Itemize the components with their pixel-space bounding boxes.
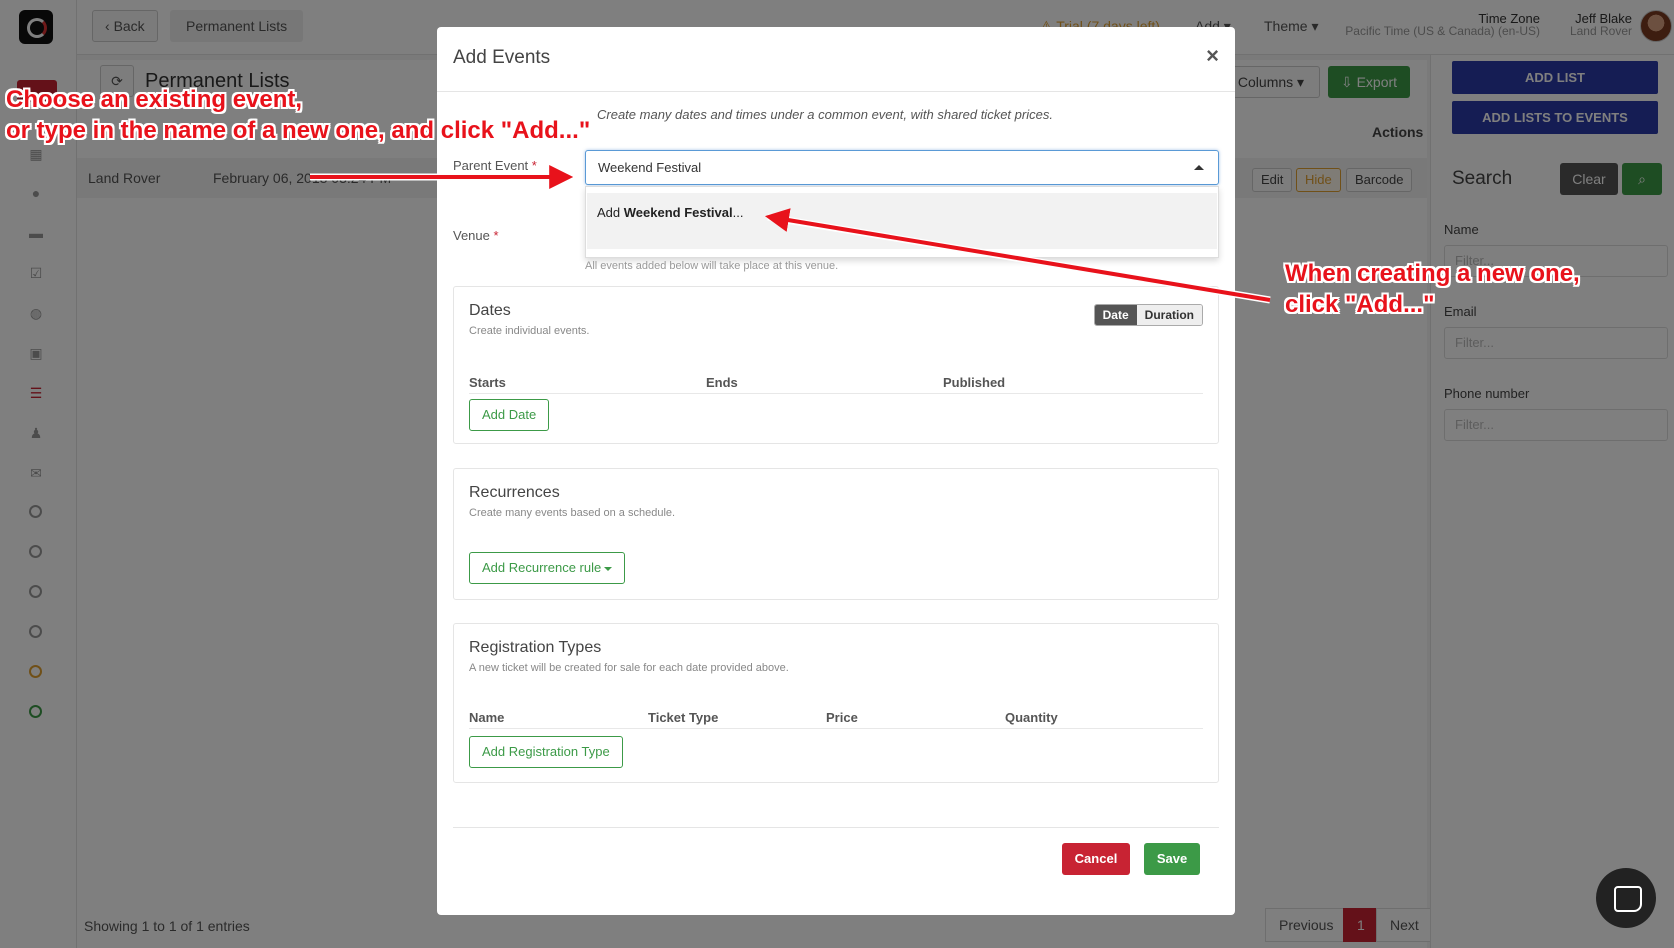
parent-event-label: Parent Event *: [453, 158, 537, 173]
toggle-duration[interactable]: Duration: [1136, 305, 1202, 325]
close-icon[interactable]: ×: [1206, 45, 1219, 67]
column-ends: Ends: [706, 375, 738, 390]
date-duration-toggle[interactable]: Date Duration: [1093, 304, 1203, 326]
add-recurrence-button[interactable]: Add Recurrence rule: [469, 552, 626, 584]
venue-label-text: Venue: [453, 228, 490, 243]
modal-footer-divider: [453, 827, 1219, 828]
caret-down-icon: [604, 566, 613, 571]
add-recurrence-label: Add Recurrence rule: [482, 560, 602, 575]
column-divider: [469, 728, 1203, 729]
option-prefix: Add: [597, 205, 624, 220]
column-ticket-type: Ticket Type: [648, 710, 719, 725]
dates-subtitle: Create individual events.: [469, 325, 590, 337]
column-published: Published: [943, 375, 1006, 390]
parent-event-label-text: Parent Event: [453, 158, 529, 173]
modal-divider: [437, 91, 1235, 92]
registration-types-section: Registration Types A new ticket will be …: [453, 623, 1219, 783]
column-divider: [469, 393, 1203, 394]
option-suffix: ...: [732, 205, 744, 220]
cancel-button[interactable]: Cancel: [1062, 843, 1130, 875]
modal-title: Add Events: [453, 47, 551, 68]
parent-event-value: Weekend Festival: [598, 160, 702, 175]
annotation-left-line1: Choose an existing event,: [6, 86, 303, 113]
recurrences-subtitle: Create many events based on a schedule.: [469, 507, 676, 519]
recurrences-title: Recurrences: [469, 484, 560, 501]
save-button[interactable]: Save: [1144, 843, 1200, 875]
option-event-name: Weekend Festival: [623, 205, 733, 220]
registration-types-title: Registration Types: [469, 639, 602, 656]
add-new-event-option[interactable]: Add Weekend Festival...: [587, 193, 1217, 249]
add-events-modal: Add Events × Create many dates and times…: [437, 27, 1235, 915]
column-quantity: Quantity: [1005, 710, 1058, 725]
annotation-left-line2: or type in the name of a new one, and cl…: [6, 117, 591, 144]
modal-help-text: Create many dates and times under a comm…: [597, 107, 1053, 122]
annotation-right-line2: click "Add...": [1285, 291, 1435, 318]
registration-types-subtitle: A new ticket will be created for sale fo…: [469, 662, 789, 674]
column-price: Price: [826, 710, 858, 725]
toggle-date[interactable]: Date: [1094, 305, 1137, 325]
dates-section: Dates Create individual events. Date Dura…: [453, 286, 1219, 444]
add-registration-type-button[interactable]: Add Registration Type: [469, 736, 623, 768]
required-mark: *: [493, 228, 499, 243]
parent-event-select[interactable]: Weekend Festival: [585, 150, 1219, 185]
parent-event-dropdown: Add Weekend Festival...: [585, 186, 1219, 258]
add-date-button[interactable]: Add Date: [469, 399, 550, 431]
chat-icon[interactable]: [1596, 868, 1656, 928]
venue-label: Venue *: [453, 228, 499, 243]
recurrences-section: Recurrences Create many events based on …: [453, 468, 1219, 600]
caret-up-icon: [1194, 165, 1204, 170]
annotation-right-line1: When creating a new one,: [1285, 260, 1580, 287]
venue-help-text: All events added below will take place a…: [585, 260, 839, 272]
column-starts: Starts: [469, 375, 506, 390]
dates-title: Dates: [469, 302, 511, 319]
column-name: Name: [469, 710, 505, 725]
required-mark: *: [531, 158, 537, 173]
